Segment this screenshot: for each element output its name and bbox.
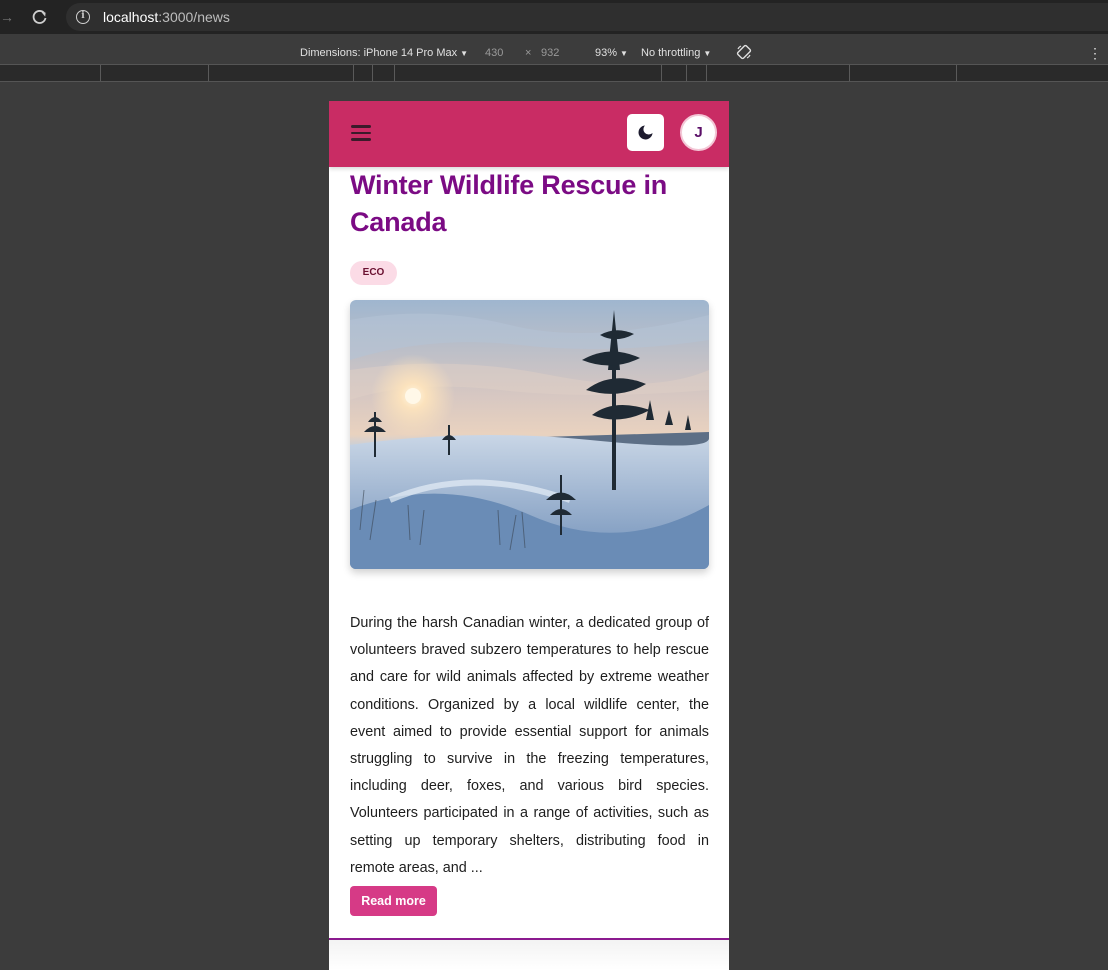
zoom-select[interactable]: 93% ▼ [595, 46, 628, 61]
article-image [350, 300, 709, 569]
device-toolbar: Dimensions: iPhone 14 Pro Max ▼ 430 × 932… [0, 42, 1108, 64]
height-input[interactable]: 932 [541, 46, 559, 60]
app-header: J [329, 101, 729, 167]
dimensions-select[interactable]: Dimensions: iPhone 14 Pro Max ▼ [300, 46, 468, 61]
site-info-icon[interactable]: i [76, 10, 90, 24]
device-viewport: J Winter Wildlife Rescue in Canada ECO D… [329, 101, 729, 970]
address-bar[interactable]: i localhost:3000/news [66, 3, 1108, 31]
width-input[interactable]: 430 [485, 46, 503, 60]
more-options-icon[interactable]: ⋮ [1088, 45, 1102, 61]
rotate-icon[interactable] [736, 44, 752, 60]
category-tag: ECO [350, 261, 397, 285]
article-title: Winter Wildlife Rescue in Canada [350, 170, 668, 237]
theme-toggle-button[interactable] [627, 114, 664, 151]
times-sign: × [525, 47, 532, 59]
browser-toolbar: → i localhost:3000/news [0, 0, 1108, 34]
forward-icon[interactable]: → [0, 9, 14, 25]
user-avatar[interactable]: J [680, 114, 717, 151]
throttling-select[interactable]: No throttling ▼ [641, 46, 711, 61]
url-text: localhost:3000/news [103, 9, 230, 25]
menu-icon[interactable] [351, 125, 371, 141]
moon-icon [638, 125, 653, 140]
reload-icon[interactable] [31, 8, 49, 26]
article-excerpt: During the harsh Canadian winter, a dedi… [350, 615, 709, 876]
read-more-button[interactable]: Read more [350, 886, 437, 916]
next-card-edge [329, 940, 729, 970]
media-query-ruler [0, 64, 1108, 82]
